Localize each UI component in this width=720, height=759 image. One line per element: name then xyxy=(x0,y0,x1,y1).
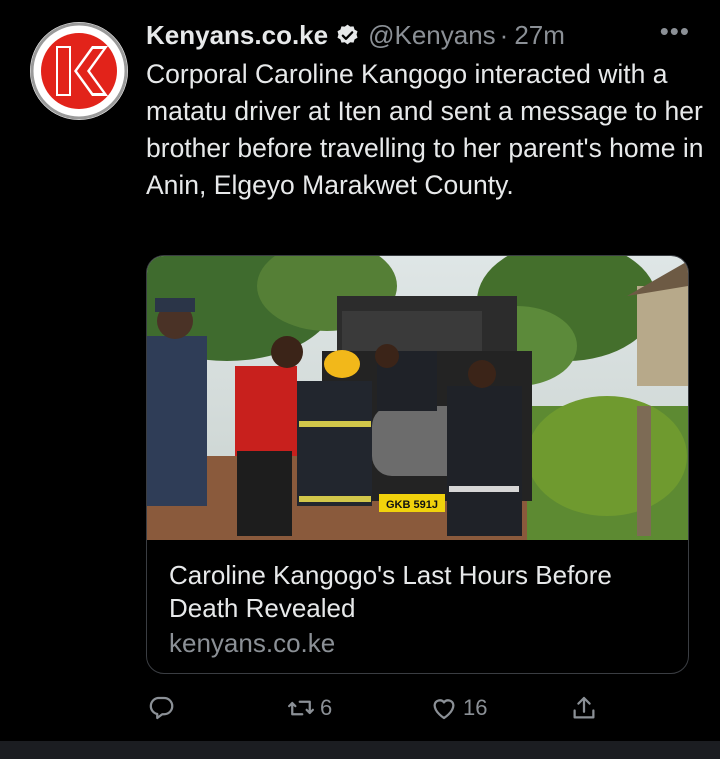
tweet-timestamp[interactable]: 27m xyxy=(514,20,565,51)
avatar[interactable] xyxy=(30,22,128,120)
like-count: 16 xyxy=(463,695,488,720)
author-handle[interactable]: @Kenyans xyxy=(368,20,496,51)
card-title: Caroline Kangogo's Last Hours Before Dea… xyxy=(169,560,612,623)
more-options-icon[interactable]: ••• xyxy=(660,16,690,47)
reply-button[interactable] xyxy=(146,688,176,728)
tweet-text: Corporal Caroline Kangogo interacted wit… xyxy=(146,59,704,200)
like-button[interactable]: 16 xyxy=(429,688,487,728)
reply-icon xyxy=(149,696,174,720)
kenyans-logo-icon xyxy=(30,22,128,120)
link-card[interactable]: GKB 591J Caroline Kangogo's Last Hours B… xyxy=(146,255,689,674)
share-button[interactable] xyxy=(569,688,599,728)
retweet-count: 6 xyxy=(320,695,333,720)
share-icon xyxy=(573,696,595,719)
retweet-icon xyxy=(288,700,314,716)
separator-dot: · xyxy=(499,19,509,50)
like-icon xyxy=(433,699,455,720)
tweet-header: Kenyans.co.ke @Kenyans · 27m ••• xyxy=(146,16,690,52)
author-name[interactable]: Kenyans.co.ke xyxy=(146,20,328,51)
tweet-actions: 6 16 xyxy=(146,688,646,728)
license-plate: GKB 591J xyxy=(386,499,438,511)
verified-badge-icon xyxy=(337,24,358,44)
card-photo: GKB 591J xyxy=(147,256,688,540)
bottom-divider xyxy=(0,741,720,759)
retweet-button[interactable]: 6 xyxy=(286,688,332,728)
card-domain: kenyans.co.ke xyxy=(169,628,336,658)
